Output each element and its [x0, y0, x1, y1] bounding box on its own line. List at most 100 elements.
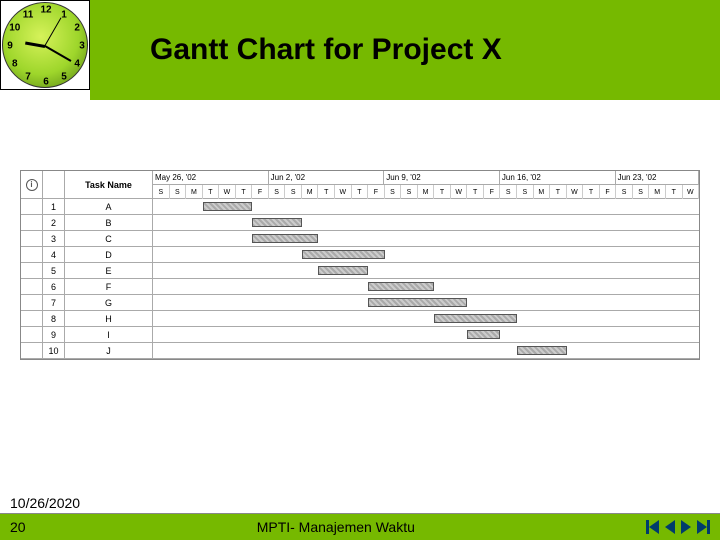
gantt-bar	[318, 266, 368, 275]
task-name-cell: B	[65, 215, 153, 230]
gantt-bar	[368, 298, 467, 307]
clock-number: 3	[79, 41, 85, 52]
gantt-bar	[252, 218, 302, 227]
task-row: 3C	[21, 231, 699, 247]
info-cell	[21, 199, 43, 214]
bottom-bar: 20 MPTI- Manajemen Waktu	[0, 514, 720, 540]
day-header-cell: F	[368, 185, 385, 199]
day-header-cell: T	[434, 185, 451, 199]
nav-first-button[interactable]	[646, 520, 659, 534]
timeline-header: May 26, '02Jun 2, '02Jun 9, '02Jun 16, '…	[153, 171, 699, 199]
day-header-cell: S	[385, 185, 402, 199]
gantt-bar	[434, 314, 517, 323]
task-id-cell: 6	[43, 279, 65, 294]
clock-number: 5	[61, 72, 67, 83]
clock-number: 1	[61, 9, 67, 20]
task-timeline-cell	[153, 311, 699, 326]
clock-number: 12	[40, 5, 51, 16]
clock-number: 9	[7, 41, 13, 52]
clock-number: 4	[74, 59, 80, 70]
day-header-cell: S	[616, 185, 633, 199]
day-header-cell: W	[567, 185, 584, 199]
task-id-cell: 8	[43, 311, 65, 326]
task-timeline-cell	[153, 215, 699, 230]
gantt-bar	[467, 330, 500, 339]
day-header-cell: T	[550, 185, 567, 199]
nav-next-button[interactable]	[681, 520, 691, 534]
task-row: 6F	[21, 279, 699, 295]
day-header-cell: S	[500, 185, 517, 199]
taskname-col-header: Task Name	[65, 171, 153, 198]
title-bar: Gantt Chart for Project X	[90, 0, 720, 100]
clock-number: 2	[74, 23, 80, 34]
day-header-cell: T	[666, 185, 683, 199]
day-header-cell: F	[484, 185, 501, 199]
day-header-cell: T	[583, 185, 600, 199]
id-col-header	[43, 171, 65, 198]
info-cell	[21, 231, 43, 246]
week-header-cell: Jun 9, '02	[384, 171, 500, 185]
slide-number: 20	[10, 519, 26, 535]
gantt-header-row: i Task Name May 26, '02Jun 2, '02Jun 9, …	[21, 171, 699, 199]
day-header-cell: S	[170, 185, 187, 199]
clock-number: 11	[23, 9, 34, 20]
task-timeline-cell	[153, 263, 699, 278]
info-col-header: i	[21, 171, 43, 198]
task-timeline-cell	[153, 231, 699, 246]
task-name-cell: D	[65, 247, 153, 262]
day-header-cell: M	[418, 185, 435, 199]
task-id-cell: 10	[43, 343, 65, 358]
task-id-cell: 7	[43, 295, 65, 310]
task-row: 4D	[21, 247, 699, 263]
task-name-cell: H	[65, 311, 153, 326]
nav-prev-button[interactable]	[665, 520, 675, 534]
day-header-cell: S	[401, 185, 418, 199]
task-name-cell: J	[65, 343, 153, 358]
clock-number: 6	[43, 77, 49, 88]
gantt-bar	[302, 250, 385, 259]
gantt-bar	[252, 234, 318, 243]
task-timeline-cell	[153, 295, 699, 310]
task-row: 1A	[21, 199, 699, 215]
info-cell	[21, 279, 43, 294]
task-name-cell: F	[65, 279, 153, 294]
day-header-cell: S	[269, 185, 286, 199]
task-name-cell: I	[65, 327, 153, 342]
info-cell	[21, 215, 43, 230]
week-header-cell: Jun 23, '02	[616, 171, 699, 185]
task-timeline-cell	[153, 199, 699, 214]
week-header-cell: Jun 16, '02	[500, 171, 616, 185]
day-header-cell: M	[649, 185, 666, 199]
day-header-cell: T	[352, 185, 369, 199]
task-id-cell: 4	[43, 247, 65, 262]
task-id-cell: 9	[43, 327, 65, 342]
day-header-cell: F	[600, 185, 617, 199]
day-header-cell: T	[467, 185, 484, 199]
day-header-cell: M	[186, 185, 203, 199]
info-icon: i	[26, 179, 38, 191]
nav-last-button[interactable]	[697, 520, 710, 534]
clock-number: 10	[9, 23, 20, 34]
gantt-bar	[203, 202, 253, 211]
info-cell	[21, 247, 43, 262]
day-header-cell: W	[335, 185, 352, 199]
footer-date: 10/26/2020	[0, 493, 720, 514]
clock-number: 8	[12, 59, 18, 70]
task-id-cell: 1	[43, 199, 65, 214]
task-row: 10J	[21, 343, 699, 359]
task-id-cell: 3	[43, 231, 65, 246]
task-row: 7G	[21, 295, 699, 311]
task-row: 2B	[21, 215, 699, 231]
task-id-cell: 5	[43, 263, 65, 278]
day-header-cell: M	[302, 185, 319, 199]
info-cell	[21, 311, 43, 326]
day-header-cell: W	[219, 185, 236, 199]
task-timeline-cell	[153, 343, 699, 358]
info-cell	[21, 343, 43, 358]
week-header-cell: Jun 2, '02	[269, 171, 385, 185]
task-name-cell: C	[65, 231, 153, 246]
gantt-bar	[517, 346, 567, 355]
task-timeline-cell	[153, 327, 699, 342]
task-name-cell: A	[65, 199, 153, 214]
task-timeline-cell	[153, 279, 699, 294]
